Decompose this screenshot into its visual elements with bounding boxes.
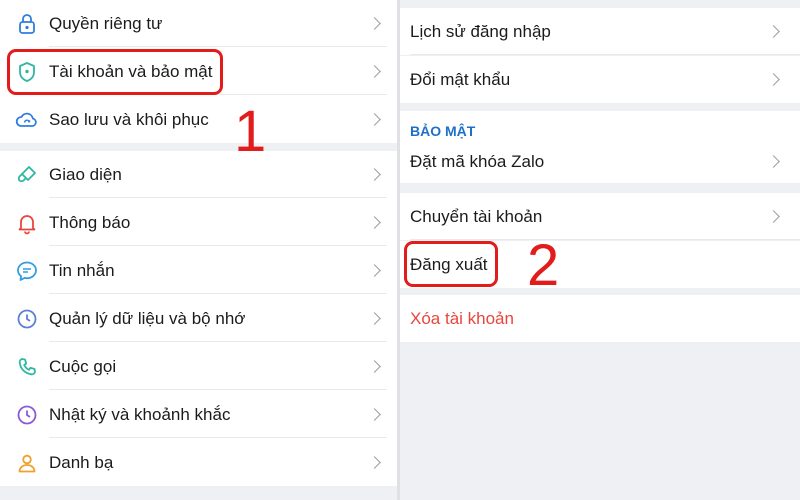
row-divider (49, 245, 387, 246)
menu-item-notifications[interactable]: Thông báo (0, 199, 397, 246)
settings-menu-panel: Quyền riêng tư Tài khoản và bảo mật Sao … (0, 0, 397, 500)
chevron-right-icon (368, 112, 381, 126)
row-divider (49, 197, 387, 198)
chevron-right-icon (767, 155, 780, 168)
row-divider (410, 239, 800, 240)
chevron-right-icon (767, 209, 780, 223)
menu-item-label: Nhật ký và khoảnh khắc (49, 404, 231, 424)
chevron-right-icon (368, 167, 381, 181)
menu-item-backup-restore[interactable]: Sao lưu và khôi phục (0, 96, 397, 143)
menu-item-data-storage[interactable]: Quản lý dữ liệu và bộ nhớ (0, 295, 397, 342)
chevron-right-icon (368, 359, 381, 373)
bell-icon (18, 215, 36, 235)
chat-bubble-icon (17, 261, 37, 281)
section-title-security: BẢO MẬT (400, 111, 800, 141)
menu-item-zalo-lock[interactable]: Đặt mã khóa Zalo (400, 141, 800, 183)
delete-account-label: Xóa tài khoản (410, 308, 514, 328)
chevron-right-icon (368, 16, 381, 30)
row-divider (49, 437, 387, 438)
step-number-2: 2 (527, 233, 560, 298)
clock-icon (17, 405, 37, 425)
row-divider (49, 389, 387, 390)
row-divider (49, 341, 387, 342)
chevron-right-icon (368, 64, 381, 78)
menu-item-label: Giao diện (49, 164, 122, 184)
chevron-right-icon (368, 407, 381, 421)
bottom-gap (0, 486, 397, 500)
step-number-1: 1 (234, 99, 267, 164)
row-divider (49, 94, 387, 95)
menu-item-label: Tin nhắn (49, 260, 115, 280)
row-divider (49, 293, 387, 294)
account-security-panel: Lịch sử đăng nhập Đổi mật khẩu BẢO MẬT Đ… (400, 0, 800, 500)
menu-item-label: Lịch sử đăng nhập (410, 21, 551, 41)
menu-item-calls[interactable]: Cuộc gọi (0, 343, 397, 390)
lock-icon (19, 14, 35, 34)
menu-item-switch-account[interactable]: Chuyển tài khoản (400, 193, 800, 240)
chevron-right-icon (368, 215, 381, 229)
shield-icon (19, 62, 35, 82)
chevron-right-icon (368, 311, 381, 325)
menu-item-contacts[interactable]: Danh bạ (0, 439, 397, 486)
chevron-right-icon (767, 72, 780, 86)
menu-item-privacy[interactable]: Quyền riêng tư (0, 0, 397, 47)
menu-item-change-password[interactable]: Đổi mật khẩu (400, 56, 800, 103)
logout-label: Đăng xuất (410, 254, 488, 274)
menu-item-label: Sao lưu và khôi phục (49, 109, 209, 129)
menu-item-logout[interactable]: Đăng xuất (400, 241, 800, 288)
menu-item-label: Quyền riêng tư (49, 13, 163, 33)
menu-item-label: Chuyển tài khoản (410, 206, 543, 226)
menu-item-label: Đổi mật khẩu (410, 69, 511, 89)
menu-item-label: Danh bạ (49, 452, 114, 472)
chevron-right-icon (767, 24, 780, 38)
menu-item-timeline[interactable]: Nhật ký và khoảnh khắc (0, 391, 397, 438)
menu-item-login-history[interactable]: Lịch sử đăng nhập (400, 8, 800, 55)
section-gap (0, 143, 397, 151)
row-divider (410, 54, 800, 55)
chevron-right-icon (368, 263, 381, 277)
menu-item-label: Thông báo (49, 212, 131, 232)
menu-item-label: Tài khoản và bảo mật (49, 61, 213, 81)
menu-item-label: Cuộc gọi (49, 356, 117, 376)
menu-item-messages[interactable]: Tin nhắn (0, 247, 397, 294)
chevron-right-icon (368, 455, 381, 469)
cloud-sync-icon (15, 112, 37, 127)
menu-item-label: Đặt mã khóa Zalo (410, 152, 545, 171)
menu-item-account-security[interactable]: Tài khoản và bảo mật (0, 48, 397, 95)
contact-person-icon (18, 454, 36, 473)
menu-item-label: Quản lý dữ liệu và bộ nhớ (49, 308, 246, 328)
menu-item-appearance[interactable]: Giao diện (0, 151, 397, 198)
phone-icon (18, 358, 36, 376)
row-divider (49, 46, 387, 47)
clock-icon (17, 309, 37, 329)
menu-item-delete-account[interactable]: Xóa tài khoản (400, 295, 800, 342)
paint-brush-icon (17, 166, 36, 183)
